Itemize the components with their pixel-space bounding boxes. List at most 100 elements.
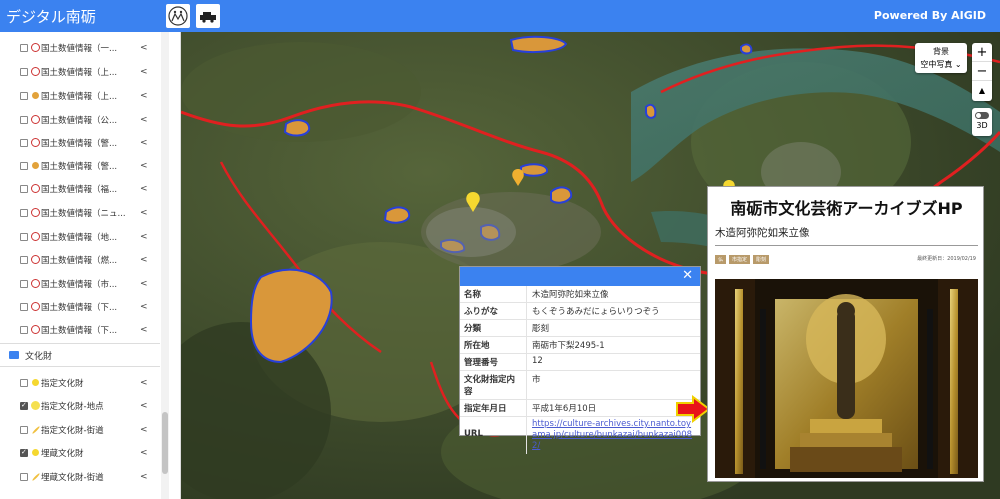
layer-checkbox[interactable] [20,91,28,100]
vehicle-logo-icon[interactable] [196,4,220,28]
background-select[interactable]: 空中写真 ⌄ [915,59,967,70]
layer-label: 国土数値情報（燃... [41,255,118,266]
popup-key: 文化財指定内容 [464,375,516,397]
layer-item[interactable]: 国土数値情報（福... < [0,177,160,200]
layer-sidebar: 国土数値情報（一... < 国土数値情報（上... < 国土数値情報（上... … [0,32,181,499]
share-icon[interactable]: < [140,378,148,388]
share-icon[interactable]: < [140,255,148,265]
layer-item[interactable]: 指定文化財-街道 < [0,418,160,441]
layer-label: 国土数値情報（ニュ... [41,208,126,219]
share-icon[interactable]: < [140,325,148,335]
popup-row: 管理番号 12 [460,354,700,371]
zoom-out-button[interactable]: − [972,62,992,81]
layer-label: 指定文化財-地点 [41,401,104,412]
close-icon[interactable]: ✕ [682,268,693,283]
layer-label: 国土数値情報（上... [41,67,118,78]
layer-checkbox[interactable] [20,378,28,387]
layer-checkbox[interactable] [20,184,28,193]
layer-label: 国土数値情報（上... [41,91,118,102]
layer-checkbox[interactable] [20,425,28,434]
layer-label: 国土数値情報（下... [41,325,118,336]
layer-checkbox[interactable] [20,43,28,52]
tag[interactable]: 市指定 [729,255,751,264]
layer-checkbox[interactable] [20,255,28,264]
layer-item[interactable]: 国土数値情報（下... < [0,295,160,318]
layer-item[interactable]: 指定文化財 < [0,371,160,394]
layer-label: 国土数値情報（下... [41,302,118,313]
share-icon[interactable]: < [140,425,148,435]
red-circle-icon [31,115,40,124]
share-icon[interactable]: < [140,184,148,194]
folder-culture[interactable]: 文化財 [0,343,160,367]
share-icon[interactable]: < [140,208,148,218]
layer-checkbox[interactable] [20,448,28,457]
share-icon[interactable]: < [140,43,148,53]
popup-row: 分類 彫刻 [460,320,700,337]
layer-item[interactable]: 国土数値情報（一... < [0,36,160,59]
tag[interactable]: 彫刻 [753,255,770,264]
layer-item[interactable]: 国土数値情報（公... < [0,108,160,131]
layer-item[interactable]: 国土数値情報（燃... < [0,248,160,271]
popup-url-link[interactable]: https://culture-archives.city.nanto.toya… [526,417,700,454]
layer-item[interactable]: 埋蔵文化財 < [0,441,160,464]
mode-3d-control[interactable]: 3D [972,108,992,136]
layer-item[interactable]: 国土数値情報（上... < [0,60,160,83]
background-selector[interactable]: 背景 空中写真 ⌄ [915,43,967,73]
layer-item[interactable]: 埋蔵文化財-街道 < [0,465,160,488]
layer-checkbox[interactable] [20,325,28,334]
red-circle-icon [31,232,40,241]
layer-checkbox[interactable] [20,208,28,217]
layer-item[interactable]: 国土数値情報（市... < [0,272,160,295]
share-icon[interactable]: < [140,91,148,101]
layer-item[interactable]: 国土数値情報（下... < [0,318,160,341]
layer-item[interactable]: 国土数値情報（ニュ... < [0,201,160,224]
share-icon[interactable]: < [140,401,148,411]
app-title[interactable]: デジタル南砺 [6,6,96,27]
orange-dot-icon [32,162,39,169]
layer-item[interactable]: 国土数値情報（警... < [0,131,160,154]
zoom-in-button[interactable]: + [972,43,992,62]
yellow-dot-icon [32,449,39,456]
share-icon[interactable]: < [140,279,148,289]
layer-label: 国土数値情報（公... [41,115,118,126]
layer-checkbox[interactable] [20,472,28,481]
layer-checkbox[interactable] [20,401,28,410]
sidebar-scroll-thumb[interactable] [162,412,168,474]
folder-label: 文化財 [25,351,53,362]
layer-label: 埋蔵文化財-街道 [41,472,104,483]
red-circle-icon [31,208,40,217]
red-circle-icon [31,138,40,147]
layer-label: 指定文化財 [41,378,84,389]
layer-checkbox[interactable] [20,302,28,311]
toggle-switch[interactable] [975,112,989,119]
people-logo-icon[interactable] [166,4,190,28]
layer-checkbox[interactable] [20,115,28,124]
layer-item[interactable]: 国土数値情報（地... < [0,225,160,248]
layer-checkbox[interactable] [20,138,28,147]
layer-checkbox[interactable] [20,232,28,241]
popup-key: 所在地 [464,341,490,351]
tag[interactable]: 仏 [715,255,727,264]
layer-item[interactable]: 国土数値情報（警... < [0,154,160,177]
share-icon[interactable]: < [140,472,148,482]
layer-checkbox[interactable] [20,279,28,288]
layer-item[interactable]: 国土数値情報（上... < [0,84,160,107]
buddha-statue-photo [715,279,978,478]
layer-checkbox[interactable] [20,67,28,76]
layer-item[interactable]: 指定文化財-地点 < [0,394,160,417]
archive-page-subtitle: 木造阿弥陀如来立像 [715,227,810,239]
share-icon[interactable]: < [140,161,148,171]
layer-checkbox[interactable] [20,161,28,170]
share-icon[interactable]: < [140,302,148,312]
compass-icon[interactable]: ▲ [972,81,992,100]
red-circle-icon [31,255,40,264]
share-icon[interactable]: < [140,232,148,242]
divider [715,245,978,246]
share-icon[interactable]: < [140,67,148,77]
share-icon[interactable]: < [140,138,148,148]
share-icon[interactable]: < [140,115,148,125]
popup-value: 南砺市下梨2495-1 [526,337,700,353]
updated-date: 最終更新日：2019/02/19 [917,256,976,262]
archive-page-preview[interactable]: 南砺市文化芸術アーカイブズHP 木造阿弥陀如来立像 仏 市指定 彫刻 最終更新日… [707,186,984,482]
share-icon[interactable]: < [140,448,148,458]
